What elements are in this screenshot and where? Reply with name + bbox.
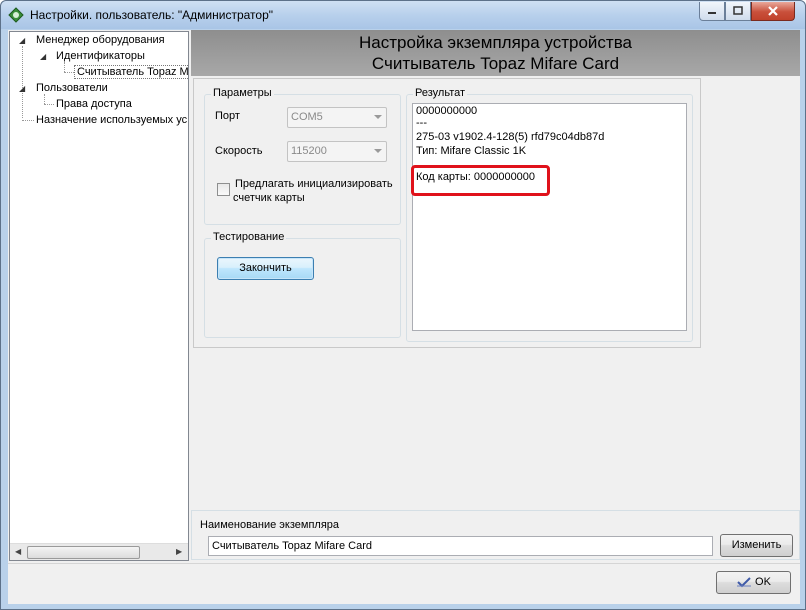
scroll-left-icon[interactable]: ◀ <box>15 547 21 556</box>
tree-line <box>64 72 74 73</box>
instance-name-label: Наименование экземпляра <box>200 519 340 531</box>
result-line: 275-03 v1902.4-128(5) rfd79c04db87d <box>416 131 605 143</box>
result-line: 0000000000 <box>416 105 478 117</box>
checkmark-icon <box>737 577 752 588</box>
title-bar[interactable]: Настройки. пользователь: "Администратор" <box>1 1 805 29</box>
app-icon <box>8 7 24 23</box>
port-label: Порт <box>215 110 240 122</box>
result-group-label: Результат <box>413 87 468 99</box>
tree-item-users[interactable]: Пользователи <box>36 80 108 96</box>
maximize-button[interactable] <box>725 2 751 21</box>
speed-value: 115200 <box>291 145 327 157</box>
tree-item-assignment[interactable]: Назначение используемых ус <box>36 112 187 128</box>
result-textbox[interactable]: 0000000000 --- 275-03 v1902.4-128(5) rfd… <box>412 103 687 331</box>
instance-name-value: Считыватель Topaz Mifare Card <box>212 540 372 552</box>
tree-expand-icon[interactable]: ◢ <box>40 52 46 61</box>
tree-item-topaz-reader[interactable]: Считыватель Topaz M <box>74 64 188 80</box>
init-counter-checkbox[interactable] <box>217 183 230 196</box>
tree-horizontal-scrollbar[interactable]: ◀ ▶ <box>10 543 188 560</box>
init-counter-label-line1: Предлагать инициализировать <box>235 178 393 190</box>
params-group: Параметры Порт COM5 Скорость 115200 Пред… <box>204 87 401 225</box>
result-line: --- <box>416 117 427 129</box>
tree-line <box>44 104 54 105</box>
speed-select[interactable]: 115200 <box>287 141 387 162</box>
header-subtitle: Считыватель Topaz Mifare Card <box>371 54 620 73</box>
tree-line <box>22 46 23 118</box>
init-counter-label-line2: счетчик карты <box>233 192 305 204</box>
tree-item-identifiers[interactable]: Идентификаторы <box>56 48 145 64</box>
chevron-down-icon <box>374 149 382 153</box>
close-icon <box>768 6 778 16</box>
tree-item-label: Считыватель Topaz M <box>74 65 188 79</box>
tree-line <box>22 120 34 121</box>
tree-expand-icon[interactable]: ◢ <box>19 84 25 93</box>
result-group: Результат 0000000000 --- 275-03 v1902.4-… <box>406 87 693 342</box>
instance-name-input[interactable]: Считыватель Topaz Mifare Card <box>208 536 713 556</box>
settings-window: Настройки. пользователь: "Администратор"… <box>0 0 806 610</box>
ok-button[interactable]: OK <box>716 571 791 594</box>
header-title: Настройка экземпляра устройства <box>358 33 632 52</box>
tree-item-label: Пользователи <box>36 82 108 94</box>
tree-item-equipment-manager[interactable]: Менеджер оборудования <box>36 32 165 48</box>
change-button[interactable]: Изменить <box>720 534 793 557</box>
tree-item-access-rights[interactable]: Права доступа <box>56 96 132 112</box>
maximize-icon <box>733 6 743 15</box>
ok-label: OK <box>755 576 771 588</box>
footer-separator <box>8 563 800 564</box>
device-header: Настройка экземпляра устройства Считыват… <box>191 30 800 76</box>
scroll-right-icon[interactable]: ▶ <box>176 547 182 556</box>
port-select[interactable]: COM5 <box>287 107 387 128</box>
tree-item-label: Назначение используемых ус <box>36 114 188 126</box>
port-value: COM5 <box>291 111 323 123</box>
tree-expand-icon[interactable]: ◢ <box>19 36 25 45</box>
window-title: Настройки. пользователь: "Администратор" <box>30 8 274 22</box>
instance-name-group: Наименование экземпляра Считыватель Topa… <box>191 510 800 560</box>
tree-item-label: Идентификаторы <box>56 50 145 62</box>
scrollbar-thumb[interactable] <box>27 546 140 559</box>
finish-button[interactable]: Закончить <box>217 257 314 280</box>
chevron-down-icon <box>374 115 382 119</box>
client-area: ◢ Менеджер оборудования ◢ Идентификаторы… <box>8 30 800 604</box>
device-settings-panel: Параметры Порт COM5 Скорость 115200 Пред… <box>193 78 701 348</box>
result-line: Тип: Mifare Classic 1K <box>416 145 527 157</box>
tree-line <box>64 62 65 72</box>
speed-label: Скорость <box>215 145 263 157</box>
close-button[interactable] <box>751 2 795 21</box>
minimize-icon <box>708 12 716 14</box>
testing-group: Тестирование Закончить <box>204 231 401 338</box>
tree-item-label: Права доступа <box>56 98 132 110</box>
tree-line <box>44 94 45 104</box>
tree-item-label: Менеджер оборудования <box>36 34 165 46</box>
minimize-button[interactable] <box>699 2 725 21</box>
card-code-highlight <box>411 165 550 196</box>
params-group-label: Параметры <box>211 87 274 99</box>
settings-tree[interactable]: ◢ Менеджер оборудования ◢ Идентификаторы… <box>9 31 189 561</box>
testing-group-label: Тестирование <box>211 231 287 243</box>
